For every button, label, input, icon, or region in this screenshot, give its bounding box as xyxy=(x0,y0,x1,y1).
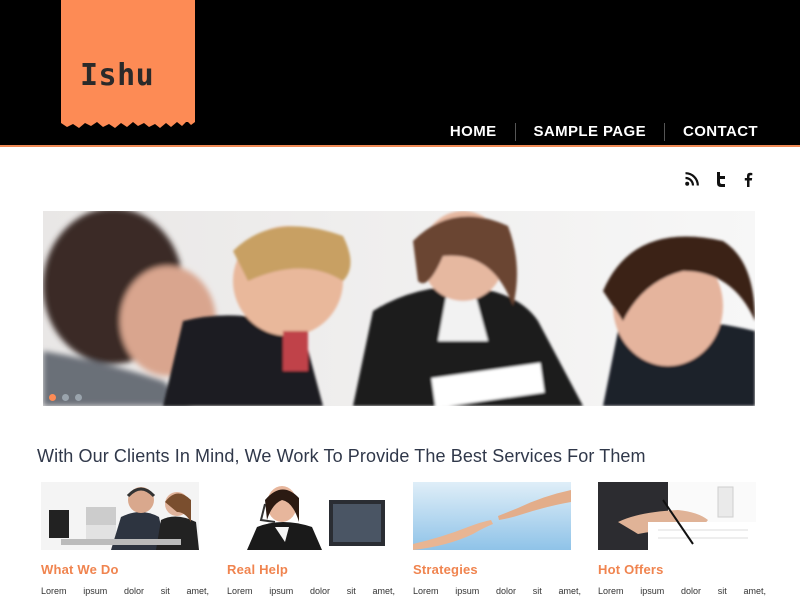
feature-title[interactable]: Strategies xyxy=(413,562,581,577)
section-heading: With Our Clients In Mind, We Work To Pro… xyxy=(37,446,646,466)
feature-text: Lorem ipsum dolor sit amet, xyxy=(227,586,395,596)
hero-slider[interactable] xyxy=(43,211,755,406)
feature-title[interactable]: Hot Offers xyxy=(598,562,766,577)
site-header: Ishu HOME SAMPLE PAGE CONTACT xyxy=(0,0,800,147)
feature-text: Lorem ipsum dolor sit amet, xyxy=(41,586,209,596)
logo-torn-edge xyxy=(61,112,195,128)
facebook-icon[interactable] xyxy=(740,170,756,188)
slider-dot[interactable] xyxy=(49,394,56,401)
nav-contact[interactable]: CONTACT xyxy=(665,122,758,142)
social-links xyxy=(684,170,756,188)
feature-text: Lorem ipsum dolor sit amet, xyxy=(598,586,766,596)
feature-image[interactable] xyxy=(598,482,756,550)
feature-image[interactable] xyxy=(41,482,199,550)
feature-text: Lorem ipsum dolor sit amet, xyxy=(413,586,581,596)
nav-sample-page[interactable]: SAMPLE PAGE xyxy=(516,122,664,142)
feature-hot-offers: Hot Offers Lorem ipsum dolor sit amet, xyxy=(598,482,766,596)
rss-icon[interactable] xyxy=(684,170,700,188)
slider-pagination xyxy=(49,394,82,401)
slider-dot[interactable] xyxy=(75,394,82,401)
feature-what-we-do: What We Do Lorem ipsum dolor sit amet, xyxy=(41,482,209,596)
site-logo[interactable]: Ishu xyxy=(80,58,154,93)
twitter-icon[interactable] xyxy=(712,170,728,188)
feature-real-help: Real Help Lorem ipsum dolor sit amet, xyxy=(227,482,395,596)
feature-title[interactable]: What We Do xyxy=(41,562,209,577)
hero-photo xyxy=(43,211,755,406)
main-nav: HOME SAMPLE PAGE CONTACT xyxy=(432,122,758,142)
feature-title[interactable]: Real Help xyxy=(227,562,395,577)
feature-image[interactable] xyxy=(413,482,571,550)
nav-home[interactable]: HOME xyxy=(432,122,515,142)
feature-strategies: Strategies Lorem ipsum dolor sit amet, xyxy=(413,482,581,596)
slider-dot[interactable] xyxy=(62,394,69,401)
feature-image[interactable] xyxy=(227,482,387,550)
